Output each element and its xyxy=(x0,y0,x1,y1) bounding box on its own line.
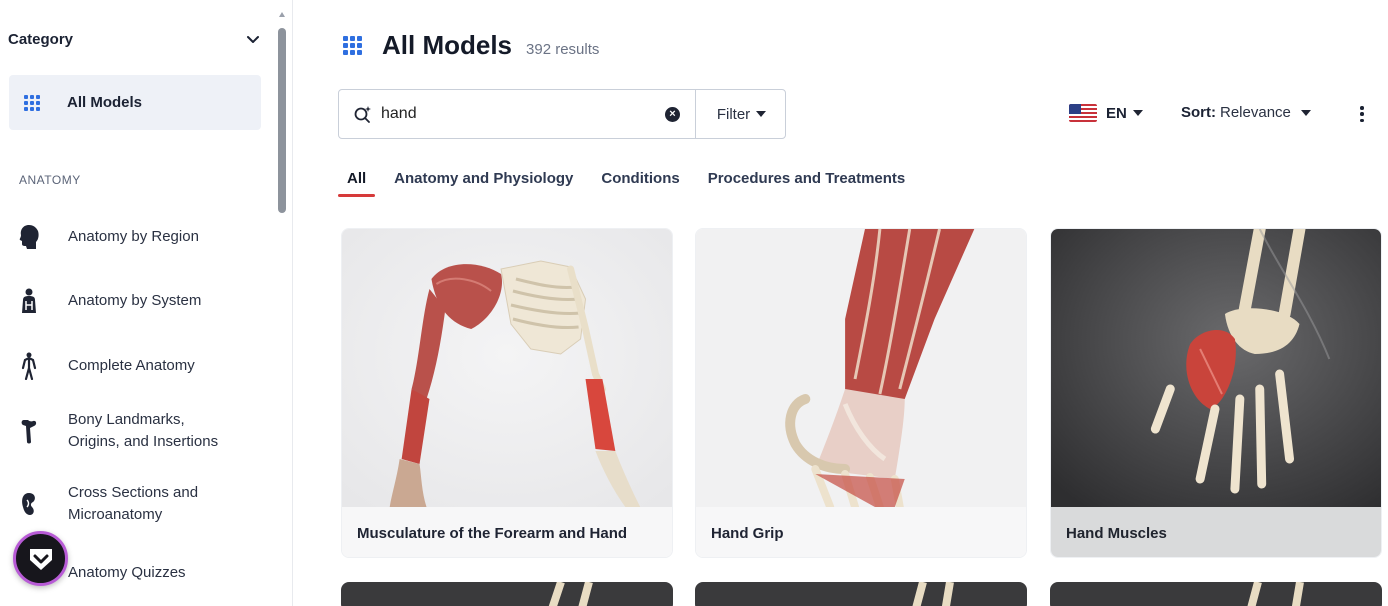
caret-down-icon xyxy=(756,111,767,117)
sidebar-divider xyxy=(292,0,293,606)
search-box: × Filter xyxy=(338,89,786,139)
sidebar-scrollbar[interactable] xyxy=(277,8,287,606)
model-thumbnail-hand-muscles xyxy=(1051,229,1381,507)
sidebar-item-label-line1: Cross Sections and xyxy=(68,484,199,501)
floating-menu-button[interactable] xyxy=(13,531,68,586)
caret-down-icon xyxy=(1300,109,1311,116)
sidebar-item-label: Complete Anatomy xyxy=(68,357,195,374)
sort-value: Relevance xyxy=(1220,104,1291,121)
sidebar-item-label: Cross Sections and Microanatomy xyxy=(68,482,198,526)
model-thumbnail-forearm-hand xyxy=(342,229,672,507)
search-sparkle-icon xyxy=(354,106,371,123)
model-card[interactable] xyxy=(341,582,673,606)
search-input[interactable] xyxy=(381,105,651,123)
kidney-icon xyxy=(9,491,49,517)
sidebar-item-label-line1: Bony Landmarks, xyxy=(68,411,185,428)
card-title: Hand Muscles xyxy=(1051,507,1381,557)
sidebar-item-all-models[interactable]: All Models xyxy=(9,75,261,130)
more-options-icon[interactable] xyxy=(1358,106,1366,122)
filter-label: Filter xyxy=(716,105,751,123)
tab-conditions[interactable]: Conditions xyxy=(592,168,688,197)
model-thumbnail-hand-grip xyxy=(696,229,1026,507)
tab-procedures-and-treatments[interactable]: Procedures and Treatments xyxy=(699,168,915,197)
chevron-down-icon xyxy=(246,32,260,46)
page-header: All Models 392 results xyxy=(343,30,599,61)
sidebar-item-label-line2: Origins, and Insertions xyxy=(68,433,219,450)
sidebar-item-bony-landmarks[interactable]: Bony Landmarks, Origins, and Insertions xyxy=(9,409,261,453)
sidebar-item-label-line2: Microanatomy xyxy=(68,506,163,523)
sidebar-item-label: Bony Landmarks, Origins, and Insertions xyxy=(68,409,218,453)
model-card[interactable]: Musculature of the Forearm and Hand xyxy=(341,228,673,558)
sidebar-item-cross-sections[interactable]: Cross Sections and Microanatomy xyxy=(9,482,261,526)
tab-all[interactable]: All xyxy=(338,168,376,197)
model-card[interactable] xyxy=(695,582,1027,606)
scroll-up-arrow-icon[interactable] xyxy=(279,12,285,17)
language-code: EN xyxy=(1106,104,1127,122)
tab-anatomy-and-physiology[interactable]: Anatomy and Physiology xyxy=(385,168,582,197)
section-label-anatomy: ANATOMY xyxy=(19,173,81,187)
scrollbar-thumb[interactable] xyxy=(278,28,286,213)
model-card[interactable]: Hand Grip xyxy=(695,228,1027,558)
sidebar-item-anatomy-by-region[interactable]: Anatomy by Region xyxy=(9,224,261,250)
sidebar-item-anatomy-by-system[interactable]: Anatomy by System xyxy=(9,288,261,314)
grid-icon xyxy=(343,36,362,55)
model-thumbnail xyxy=(1050,582,1382,606)
category-dropdown[interactable]: Category xyxy=(8,28,260,50)
filter-button[interactable]: Filter xyxy=(695,89,787,139)
sort-key: Sort: xyxy=(1181,104,1216,121)
sidebar-item-label: Anatomy by System xyxy=(68,292,202,309)
model-thumbnail xyxy=(341,582,673,606)
model-card[interactable]: Hand Muscles xyxy=(1050,228,1382,558)
caret-down-icon xyxy=(1132,110,1143,116)
bone-icon xyxy=(9,418,49,444)
model-thumbnail xyxy=(695,582,1027,606)
sidebar-item-label: Anatomy Quizzes xyxy=(68,564,186,581)
category-title: Category xyxy=(8,30,74,48)
human-figure-icon xyxy=(9,352,49,380)
head-silhouette-icon xyxy=(9,224,49,250)
result-count: 392 results xyxy=(526,41,600,58)
sidebar-item-complete-anatomy[interactable]: Complete Anatomy xyxy=(9,352,261,380)
filter-tabs: All Anatomy and Physiology Conditions Pr… xyxy=(338,168,924,197)
card-title: Musculature of the Forearm and Hand xyxy=(342,507,672,557)
sidebar-item-label: All Models xyxy=(67,94,143,111)
torso-systems-icon xyxy=(9,288,49,314)
sort-dropdown[interactable]: Sort: Relevance xyxy=(1181,104,1311,121)
close-icon: × xyxy=(669,108,676,120)
grid-icon xyxy=(24,94,40,111)
page-title: All Models xyxy=(382,30,513,60)
language-selector[interactable]: EN xyxy=(1069,104,1143,122)
clear-search-button[interactable]: × xyxy=(665,107,680,122)
sidebar-item-label: Anatomy by Region xyxy=(68,228,199,245)
sidebar: Category All Models ANATOMY Anatomy by R… xyxy=(0,0,275,606)
model-card[interactable] xyxy=(1050,582,1382,606)
card-title: Hand Grip xyxy=(696,507,1026,557)
chevron-down-badge-icon xyxy=(29,548,52,570)
us-flag-icon xyxy=(1069,104,1097,122)
